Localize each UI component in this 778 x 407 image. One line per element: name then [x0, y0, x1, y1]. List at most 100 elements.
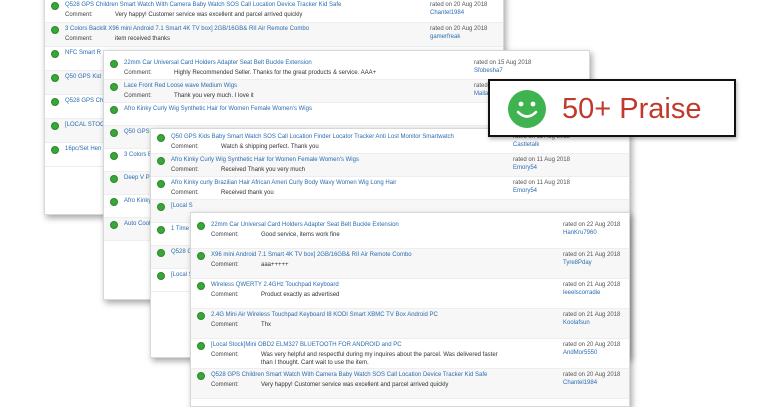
comment-label: Comment: [171, 167, 199, 173]
rated-date: rated on 15 Aug 2018 [474, 60, 532, 66]
product-link[interactable]: Afro Kinky Curly Wig Synthetic Hair for … [171, 156, 501, 164]
positive-rating-icon [197, 342, 205, 350]
feedback-sheet-4: 22mm Car Universal Card Holders Adapter … [190, 212, 630, 407]
product-link[interactable]: Wireless QWERTY 2.4GHz Touchpad Keyboard [211, 281, 551, 289]
comment-text: aaa+++++ [261, 262, 289, 268]
feedback-row: [Local Stock]Mini OBD2 ELM327 BLUETOOTH … [191, 339, 629, 369]
positive-rating-icon [110, 60, 118, 68]
rated-date: rated on 20 Aug 2018 [430, 2, 488, 8]
positive-rating-icon [110, 129, 118, 137]
rated-date: rated on 20 Aug 2018 [563, 342, 621, 348]
comment-label: Comment: [211, 352, 239, 358]
rated-date: rated on 11 Aug 2018 [513, 180, 570, 186]
feedback-row: Q528 GPS Children Smart Watch With Camer… [45, 0, 503, 23]
praise-badge: 50+ Praise [488, 79, 736, 137]
product-link[interactable]: Afro Kinky curly Brazilian Hair African … [171, 179, 501, 187]
product-link[interactable]: Q528 GPS Children Smart Watch With Camer… [211, 371, 551, 379]
positive-rating-icon [110, 83, 118, 91]
buyer-username[interactable]: gamerfreak [430, 33, 460, 41]
positive-rating-icon [51, 122, 59, 130]
rated-date: rated on 11 Aug 2018 [513, 157, 570, 163]
product-link[interactable]: Q528 GPS Children Smart Watch With Camer… [65, 1, 395, 9]
positive-rating-icon [51, 50, 59, 58]
comment-text: Received Thank you very much [221, 167, 305, 173]
positive-rating-icon [110, 221, 118, 229]
positive-rating-icon [157, 272, 165, 280]
comment-text: Thx [261, 322, 272, 328]
product-link[interactable]: [Local S [171, 202, 501, 210]
product-link[interactable]: Afro Kinky Curly Wig Synthetic Hair for … [124, 105, 424, 113]
feedback-row: 22mm Car Universal Card Holders Adapter … [104, 57, 589, 80]
rated-date: rated on 20 Aug 2018 [430, 26, 488, 32]
product-link[interactable]: [Local Stock]Mini OBD2 ELM327 BLUETOOTH … [211, 341, 551, 349]
positive-rating-icon [51, 98, 59, 106]
positive-rating-icon [110, 175, 118, 183]
buyer-username[interactable]: leeelscorradie [563, 289, 600, 297]
feedback-row: Wireless QWERTY 2.4GHz Touchpad Keyboard… [191, 279, 629, 309]
feedback-row: Q528 GPS Children Smart Watch With Camer… [191, 369, 629, 399]
comment-label: Comment: [211, 232, 239, 238]
product-link[interactable]: Q50 GPS Kids Baby Smart Watch SOS Call L… [171, 133, 501, 141]
feedback-row: 22mm Car Universal Card Holders Adapter … [191, 219, 629, 249]
feedback-row: 3 Colors Backlit X96 mini Android 7.1 Sm… [45, 23, 503, 47]
rated-date: rated on 21 Aug 2018 [563, 252, 621, 258]
product-link[interactable]: 2.4G Mini Air Wireless Touchpad Keyboard… [211, 311, 551, 319]
comment-text: Product exactly as advertised [261, 292, 340, 298]
feedback-row: Afro Kinky curly Brazilian Hair African … [151, 177, 629, 200]
positive-rating-icon [197, 222, 205, 230]
positive-rating-icon [197, 252, 205, 260]
comment-text: Very happy! Customer service was excelle… [115, 12, 303, 18]
product-link[interactable]: X96 mini Android 7.1 Smart 4K TV box] 2G… [211, 251, 551, 259]
comment-label: Comment: [211, 322, 239, 328]
row-divider [191, 398, 629, 399]
rated-date: rated on 21 Aug 2018 [563, 282, 621, 288]
positive-rating-icon [51, 26, 59, 34]
buyer-username[interactable]: Tyre8Pday [563, 259, 592, 267]
feedback-row: 2.4G Mini Air Wireless Touchpad Keyboard… [191, 309, 629, 339]
comment-label: Comment: [211, 292, 239, 298]
positive-rating-icon [51, 146, 59, 154]
comment-text: Received thank you [221, 190, 274, 196]
product-link[interactable]: 22mm Car Universal Card Holders Adapter … [124, 59, 424, 67]
comment-label: Comment: [171, 190, 199, 196]
positive-rating-icon [157, 134, 165, 142]
positive-rating-icon [51, 2, 59, 10]
comment-label: Comment: [211, 262, 239, 268]
comment-text: Highly Recommended Seller. Thanks for th… [174, 70, 377, 76]
buyer-username[interactable]: AndMor5550 [563, 349, 597, 357]
praise-text: 50+ Praise [562, 93, 702, 125]
positive-rating-icon [157, 203, 165, 211]
product-link[interactable]: 3 Colors Backlit X96 mini Android 7.1 Sm… [65, 25, 395, 33]
positive-rating-icon [157, 226, 165, 234]
comment-text: Good service, items work fine [261, 232, 340, 238]
positive-rating-icon [157, 180, 165, 188]
comment-text: Thank you very much. I love it [174, 93, 254, 99]
product-link[interactable]: Lace Front Red Loose wave Medium Wigs [124, 82, 424, 90]
positive-rating-icon [157, 249, 165, 257]
comment-label: Comment: [124, 93, 152, 99]
buyer-username[interactable]: Chantel1984 [563, 379, 597, 387]
product-link[interactable]: 22mm Car Universal Card Holders Adapter … [211, 221, 551, 229]
comment-label: Comment: [65, 36, 93, 42]
buyer-username[interactable]: Emory54 [513, 187, 537, 195]
rated-date: rated on 21 Aug 2018 [563, 312, 621, 318]
rated-date: rated on 20 Aug 2018 [563, 372, 621, 378]
comment-label: Comment: [124, 70, 152, 76]
smiley-face-icon [508, 90, 546, 128]
comment-text: Was very helpful and respectful during m… [261, 352, 498, 366]
positive-rating-icon [110, 198, 118, 206]
feedback-row: X96 mini Android 7.1 Smart 4K TV box] 2G… [191, 249, 629, 279]
positive-rating-icon [197, 282, 205, 290]
buyer-username[interactable]: Chantel1984 [430, 9, 464, 17]
positive-rating-icon [197, 312, 205, 320]
buyer-username[interactable]: HanKru7960 [563, 229, 597, 237]
buyer-username[interactable]: Emory54 [513, 164, 537, 172]
comment-label: Comment: [211, 382, 239, 388]
comment-label: Comment: [171, 144, 199, 150]
positive-rating-icon [157, 157, 165, 165]
buyer-username[interactable]: Koolafsun [563, 319, 590, 327]
positive-rating-icon [110, 106, 118, 114]
buyer-username[interactable]: Sfobesha7 [474, 67, 503, 75]
comment-text: Watch & shipping perfect. Thank you [221, 144, 319, 150]
buyer-username[interactable]: Castletalk [513, 141, 539, 149]
